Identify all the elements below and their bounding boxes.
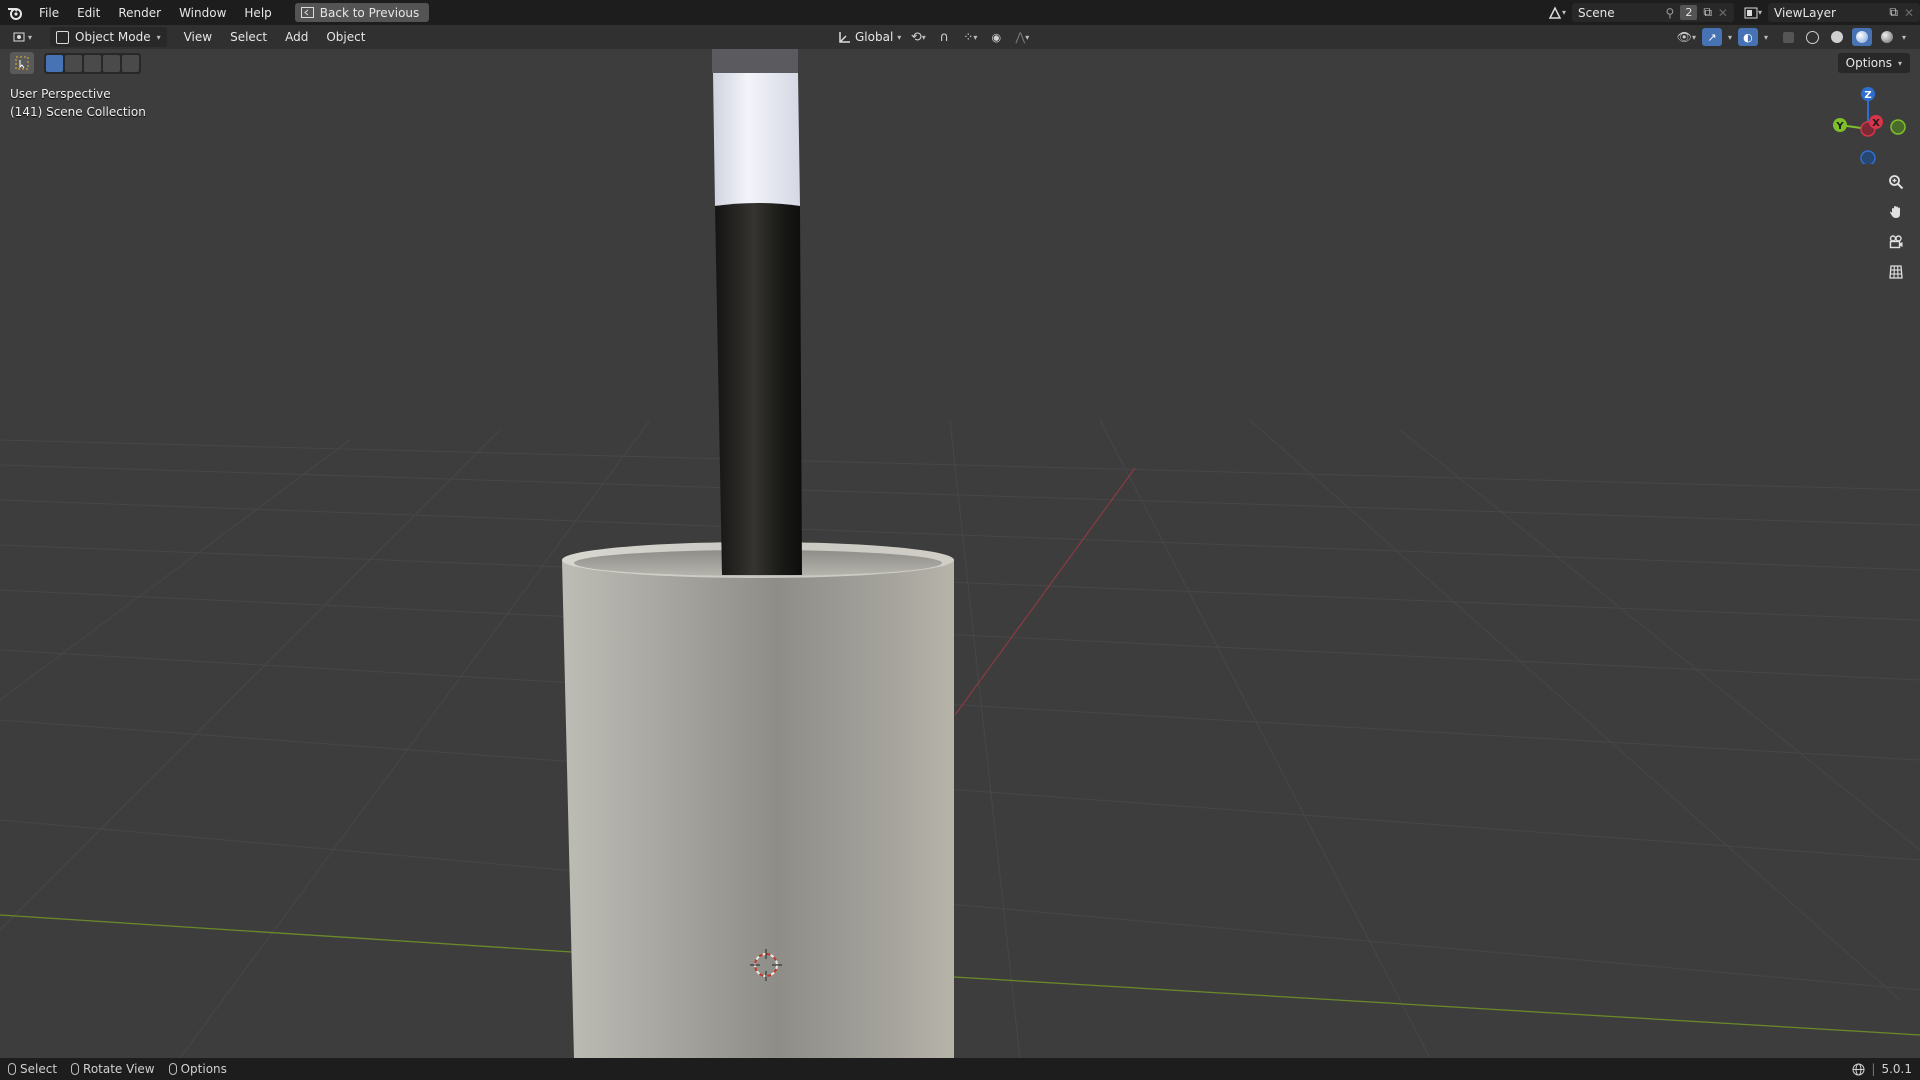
menu-select[interactable]: Select — [221, 30, 276, 44]
hand-pan-icon[interactable] — [1882, 200, 1910, 224]
status-options-hint: Options — [168, 1062, 227, 1076]
orientation-icon — [839, 31, 850, 43]
orientation-label: Global — [855, 30, 894, 44]
shading-dropdown[interactable]: ▾ — [1902, 33, 1906, 42]
selection-mode-new[interactable] — [46, 54, 63, 72]
rendered-shading-icon[interactable] — [1878, 28, 1896, 46]
new-scene-icon[interactable]: ⧉ — [1703, 5, 1712, 20]
scene-name: Scene — [1577, 5, 1615, 20]
pin-icon[interactable]: ⚲ — [1666, 6, 1675, 20]
menu-file[interactable]: File — [30, 2, 68, 24]
pivot-icon[interactable]: ⟲ ▾ — [909, 28, 927, 46]
chevron-down-icon: ▾ — [1897, 58, 1902, 68]
selection-mode-invert[interactable] — [103, 54, 120, 72]
status-options-label: Options — [180, 1062, 227, 1076]
snap-icon[interactable]: ∩ — [935, 28, 953, 46]
status-select-hint: Select — [8, 1062, 57, 1076]
viewport-info: User Perspective (141) Scene Collection — [10, 85, 146, 121]
selection-mode-intersect[interactable] — [122, 54, 139, 72]
object-mode-icon — [56, 30, 69, 44]
transform-controls: Global ▾ ⟲ ▾ ∩ ⁘ ▾ ◉ ⋀ ▾ — [838, 27, 1031, 47]
back-label: Back to Previous — [319, 5, 420, 20]
menu-object[interactable]: Object — [317, 30, 374, 44]
gizmo-dropdown[interactable]: ▾ — [1728, 33, 1732, 42]
editor-type-icon[interactable]: ▾ — [12, 28, 32, 46]
proportional-falloff-dropdown[interactable]: ⋀ ▾ — [1013, 28, 1031, 46]
viewport-3d[interactable] — [0, 49, 1920, 1058]
status-bar: Select Rotate View Options | 5.0.1 — [0, 1058, 1920, 1080]
view-layer-name: ViewLayer — [1774, 5, 1836, 20]
globe-icon[interactable] — [1852, 1063, 1865, 1076]
scene-icon[interactable]: ▾ — [1548, 4, 1566, 22]
options-label: Options — [1845, 56, 1892, 70]
chevron-down-icon: ▾ — [156, 32, 161, 42]
status-rotate-hint: Rotate View — [71, 1062, 155, 1076]
xray-icon[interactable] — [1780, 28, 1798, 46]
tool-settings-row — [10, 52, 141, 74]
camera-icon[interactable] — [1882, 230, 1910, 254]
gizmo-neg-y[interactable] — [1890, 119, 1906, 135]
status-right: | 5.0.1 — [1852, 1062, 1912, 1076]
menu-add[interactable]: Add — [276, 30, 317, 44]
options-dropdown[interactable]: Options ▾ — [1837, 53, 1910, 73]
mouse-left-icon — [8, 1063, 16, 1075]
menu-render[interactable]: Render — [109, 2, 170, 24]
gizmo-x-label: X — [1872, 118, 1880, 129]
status-select-label: Select — [20, 1062, 58, 1076]
object-mode-label: Object Mode — [75, 30, 151, 44]
mouse-right-icon — [168, 1063, 177, 1075]
zoom-icon[interactable] — [1882, 170, 1910, 194]
object-mode-dropdown[interactable]: Object Mode ▾ — [50, 27, 167, 47]
view-layer-selector[interactable]: ViewLayer ⧉ ✕ — [1768, 3, 1920, 22]
version-label: 5.0.1 — [1881, 1062, 1912, 1076]
shading-controls: 👁 ▾ ↗ ▾ ◐ ▾ ▾ — [1677, 27, 1906, 47]
view-layer-icon[interactable]: ▾ — [1744, 4, 1762, 22]
blender-logo-icon[interactable] — [6, 4, 24, 22]
view-name-label: User Perspective — [10, 87, 111, 101]
stick-object[interactable] — [712, 49, 802, 575]
menu-window[interactable]: Window — [170, 2, 235, 24]
close-view-layer-icon[interactable]: ✕ — [1904, 6, 1914, 20]
status-rotate-label: Rotate View — [83, 1062, 155, 1076]
orientation-dropdown[interactable]: Global ▾ — [838, 28, 901, 46]
snap-target-dropdown[interactable]: ⁘ ▾ — [961, 28, 979, 46]
visibility-icon[interactable]: 👁 ▾ — [1677, 28, 1696, 46]
proportional-icon[interactable]: ◉ — [987, 28, 1005, 46]
overlay-icon[interactable]: ◐ — [1737, 28, 1758, 46]
grid-ortho-icon[interactable] — [1882, 260, 1910, 284]
menu-edit[interactable]: Edit — [68, 2, 109, 24]
overlay-dropdown[interactable]: ▾ — [1764, 33, 1768, 42]
selection-mode-group — [44, 52, 141, 74]
menu-view[interactable]: View — [175, 30, 221, 44]
collection-label: (141) Scene Collection — [10, 105, 146, 119]
top-right-area: ▾ Scene ⚲ 2 ⧉ ✕ ▾ ViewLayer ⧉ ✕ — [1548, 0, 1920, 25]
mouse-middle-icon — [71, 1063, 80, 1075]
scene-selector[interactable]: Scene ⚲ 2 ⧉ ✕ — [1571, 3, 1734, 22]
status-separator: | — [1871, 1062, 1876, 1076]
viewport-header: ▾ Object Mode ▾ View Select Add Object G… — [0, 25, 1920, 49]
wireframe-shading-icon[interactable] — [1804, 28, 1822, 46]
material-shading-icon[interactable] — [1851, 28, 1872, 46]
viewport-background — [0, 49, 1920, 1058]
new-view-layer-icon[interactable]: ⧉ — [1889, 5, 1898, 20]
menu-help[interactable]: Help — [235, 2, 280, 24]
back-icon — [300, 7, 314, 18]
selection-mode-subtract[interactable] — [84, 54, 101, 72]
solid-shading-icon[interactable] — [1828, 28, 1846, 46]
navigation-buttons — [1882, 170, 1910, 284]
selection-mode-extend[interactable] — [65, 54, 82, 72]
select-tool-icon[interactable] — [10, 52, 34, 74]
top-bar: File Edit Render Window Help Back to Pre… — [0, 0, 1920, 25]
back-to-previous-button[interactable]: Back to Previous — [294, 3, 430, 22]
cup-object[interactable] — [562, 542, 954, 1058]
gizmo-icon[interactable]: ↗ — [1701, 28, 1722, 46]
scene-user-count: 2 — [1680, 5, 1698, 20]
gizmo-z-label: Z — [1864, 90, 1871, 101]
close-scene-icon[interactable]: ✕ — [1718, 6, 1728, 20]
navigation-gizmo[interactable]: Z Y X — [1816, 84, 1906, 164]
gizmo-y-label: Y — [1835, 121, 1844, 132]
gizmo-neg-z[interactable] — [1860, 150, 1876, 164]
